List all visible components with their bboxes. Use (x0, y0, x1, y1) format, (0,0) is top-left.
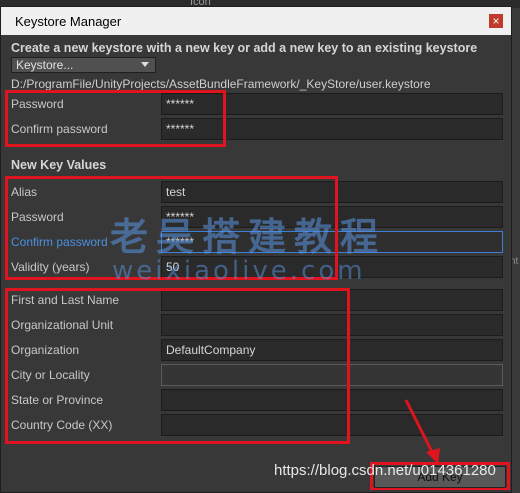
watermark-latin: weixiaolive.com (112, 256, 366, 286)
chevron-down-icon (141, 62, 149, 67)
keystore-dropdown[interactable]: Keystore... (11, 57, 156, 73)
annotation-arrow-icon (404, 399, 440, 464)
credit-url: https://blog.csdn.net/u014361280 (274, 462, 496, 479)
watermark-chinese: 老吴搭建教程 (110, 215, 387, 259)
title-bar[interactable]: Keystore Manager × (1, 7, 511, 35)
instruction-text: Create a new keystore with a new key or … (11, 41, 478, 55)
keystore-dropdown-value: Keystore... (16, 58, 74, 72)
section-title-new-key: New Key Values (11, 158, 107, 172)
close-button[interactable]: × (489, 14, 503, 28)
highlight-box-identity (5, 288, 350, 444)
highlight-box-keystore-password (5, 90, 226, 147)
window-title: Keystore Manager (15, 14, 122, 29)
keystore-path: D:/ProgramFile/UnityProjects/AssetBundle… (11, 77, 431, 91)
